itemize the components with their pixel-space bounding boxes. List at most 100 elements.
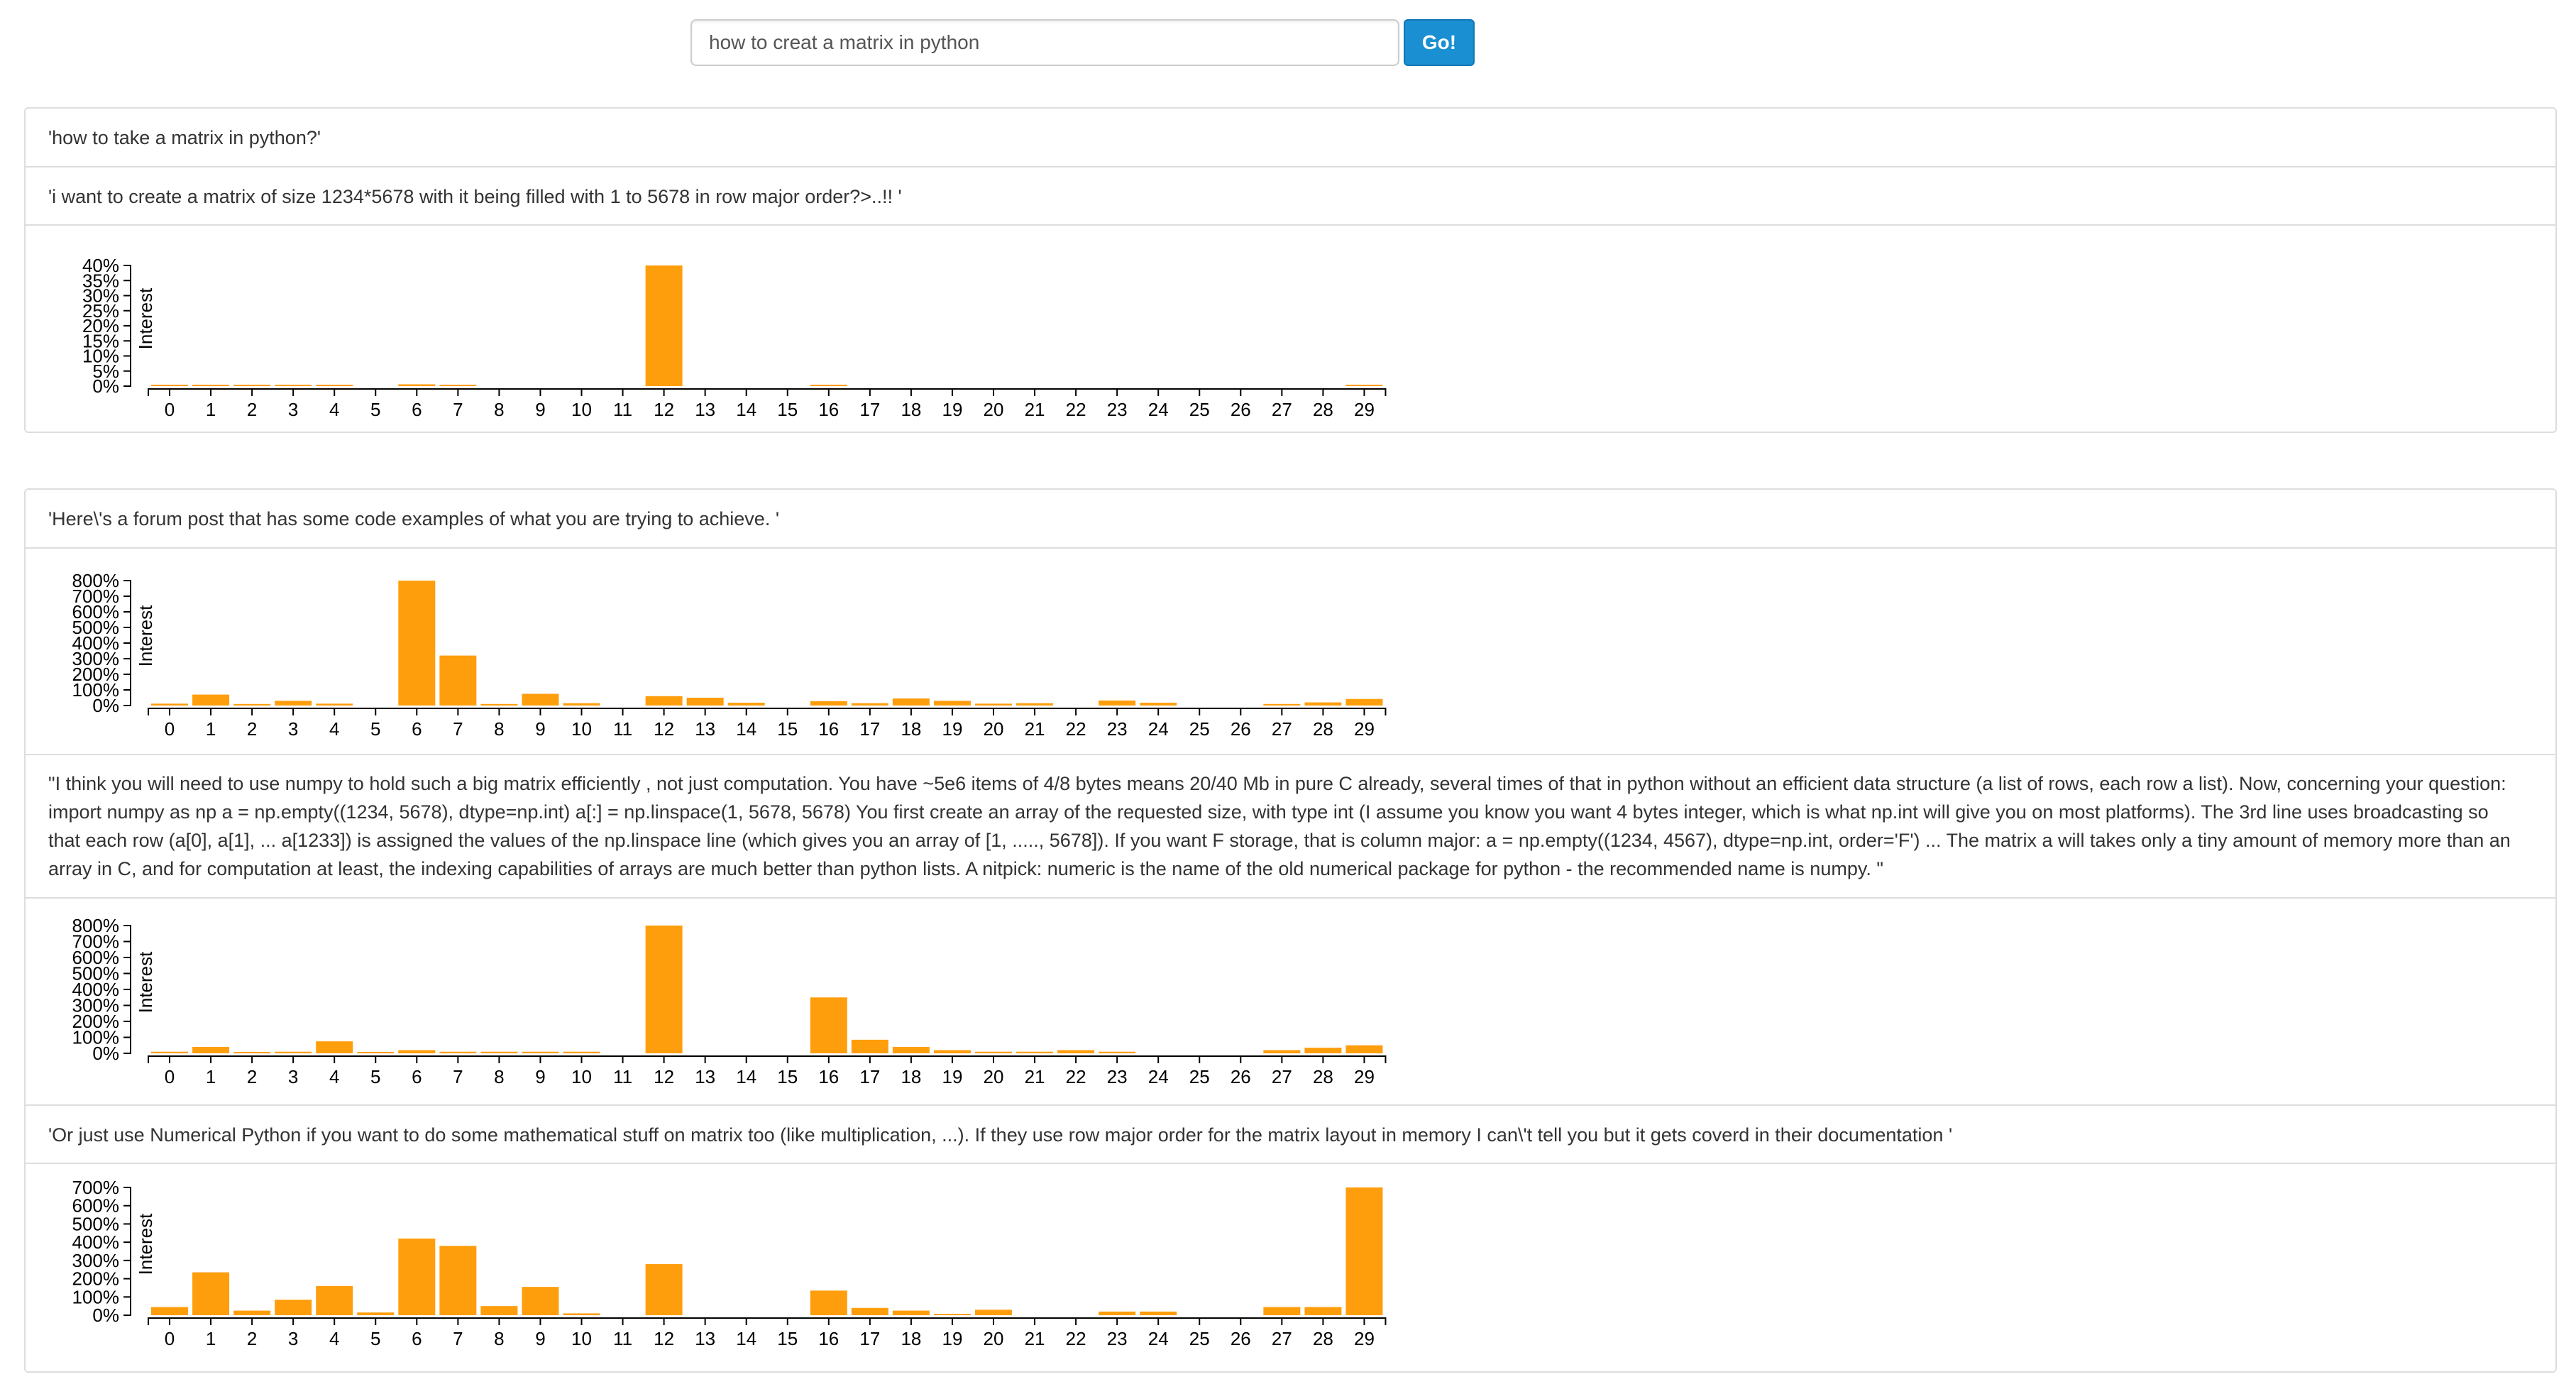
bar — [439, 1246, 477, 1315]
bar — [1099, 1311, 1136, 1315]
bar — [192, 694, 230, 706]
x-tick-label: 18 — [901, 399, 921, 420]
y-tick-label: 800% — [72, 915, 120, 936]
bar — [1345, 385, 1383, 386]
bar — [892, 698, 930, 706]
go-button[interactable]: Go! — [1404, 19, 1475, 66]
bar — [1263, 703, 1301, 706]
x-tick-label: 9 — [535, 1328, 545, 1349]
x-tick-label: 6 — [412, 1066, 422, 1087]
y-tick-label: 0% — [92, 1305, 119, 1326]
x-tick-label: 3 — [288, 1328, 298, 1349]
bar — [810, 701, 847, 706]
x-tick-label: 22 — [1066, 718, 1086, 740]
x-tick-label: 22 — [1066, 1066, 1086, 1087]
x-tick-label: 24 — [1148, 399, 1169, 420]
x-tick-label: 20 — [984, 718, 1004, 740]
x-tick-label: 19 — [942, 1066, 962, 1087]
x-tick-label: 2 — [247, 399, 257, 420]
x-tick-label: 27 — [1272, 718, 1292, 740]
x-tick-label: 11 — [613, 1328, 632, 1349]
bar — [316, 1285, 353, 1315]
x-tick-label: 2 — [247, 1328, 257, 1349]
x-tick-label: 3 — [288, 399, 298, 420]
x-tick-label: 19 — [942, 399, 962, 420]
x-tick-label: 7 — [453, 399, 463, 420]
x-tick-label: 12 — [654, 718, 674, 740]
bar — [480, 703, 518, 706]
x-tick-label: 16 — [818, 718, 839, 740]
y-tick-label: 200% — [72, 1268, 120, 1290]
x-tick-label: 23 — [1107, 718, 1128, 740]
bar — [480, 1051, 518, 1053]
x-tick-label: 15 — [777, 399, 798, 420]
x-tick-label: 8 — [494, 1066, 504, 1087]
bar — [1304, 702, 1342, 706]
bar — [810, 997, 847, 1053]
x-tick-label: 0 — [165, 718, 175, 740]
bar — [1304, 1048, 1342, 1053]
x-tick-label: 4 — [329, 1328, 339, 1349]
bar — [439, 655, 477, 706]
search-input[interactable] — [690, 19, 1399, 66]
bar — [480, 1306, 518, 1315]
bar — [1016, 1051, 1054, 1053]
bar — [1140, 1311, 1177, 1315]
x-tick-label: 18 — [901, 1328, 921, 1349]
x-tick-label: 9 — [535, 718, 545, 740]
question-chart-row: 0% 5% 10% 15% 20% 25% 30% 35% 40% Interest 0 1 2 3 4 5 6… — [26, 226, 2555, 432]
bar — [275, 1051, 312, 1053]
x-tick-label: 0 — [165, 1066, 175, 1087]
x-tick-label: 4 — [329, 718, 339, 740]
bar — [151, 1051, 188, 1053]
x-tick-label: 25 — [1189, 1328, 1210, 1349]
x-tick-label: 5 — [370, 1328, 380, 1349]
bar — [275, 385, 312, 386]
bar — [1345, 1045, 1383, 1053]
x-tick-label: 12 — [654, 399, 674, 420]
bar — [192, 1047, 230, 1053]
x-tick-label: 18 — [901, 718, 921, 740]
x-tick-label: 6 — [412, 718, 422, 740]
x-tick-label: 17 — [859, 1328, 880, 1349]
x-tick-label: 14 — [736, 399, 756, 420]
bar — [1345, 698, 1383, 706]
bar — [563, 1051, 600, 1053]
x-tick-label: 15 — [777, 718, 798, 740]
interest-chart: 0%100%200%300%400%500%600%700%800%Intere… — [72, 570, 1387, 740]
question-title: 'how to take a matrix in python?' — [48, 127, 321, 148]
y-tick-label: 100% — [72, 1286, 120, 1307]
x-tick-label: 14 — [736, 1066, 756, 1087]
x-tick-label: 27 — [1272, 1328, 1292, 1349]
y-axis-label: Interest — [135, 605, 156, 666]
x-tick-label: 21 — [1025, 1328, 1045, 1349]
x-tick-label: 17 — [859, 1066, 880, 1087]
x-tick-label: 16 — [818, 1066, 839, 1087]
x-tick-label: 3 — [288, 718, 298, 740]
x-tick-label: 25 — [1189, 718, 1210, 740]
bar — [1304, 1307, 1342, 1315]
x-tick-label: 21 — [1025, 1066, 1045, 1087]
x-tick-label: 5 — [370, 1066, 380, 1087]
x-tick-label: 16 — [818, 1328, 839, 1349]
x-tick-label: 22 — [1066, 1328, 1086, 1349]
x-tick-label: 0 — [165, 1328, 175, 1349]
answer-text: 'Or just use Numerical Python if you wan… — [48, 1124, 1953, 1146]
bar — [522, 1051, 559, 1053]
x-tick-label: 15 — [777, 1328, 798, 1349]
x-tick-label: 28 — [1313, 1328, 1333, 1349]
x-tick-label: 1 — [206, 1066, 216, 1087]
x-tick-label: 10 — [571, 718, 592, 740]
x-tick-label: 5 — [370, 718, 380, 740]
x-tick-label: 8 — [494, 399, 504, 420]
x-tick-label: 8 — [494, 718, 504, 740]
bar — [1263, 1050, 1301, 1053]
x-tick-label: 8 — [494, 1328, 504, 1349]
x-tick-label: 7 — [453, 1066, 463, 1087]
bar — [233, 1310, 271, 1315]
x-tick-label: 15 — [777, 1066, 798, 1087]
x-tick-label: 16 — [818, 399, 839, 420]
x-tick-label: 10 — [571, 399, 592, 420]
x-tick-label: 5 — [370, 399, 380, 420]
y-tick-label: 40% — [82, 255, 119, 276]
